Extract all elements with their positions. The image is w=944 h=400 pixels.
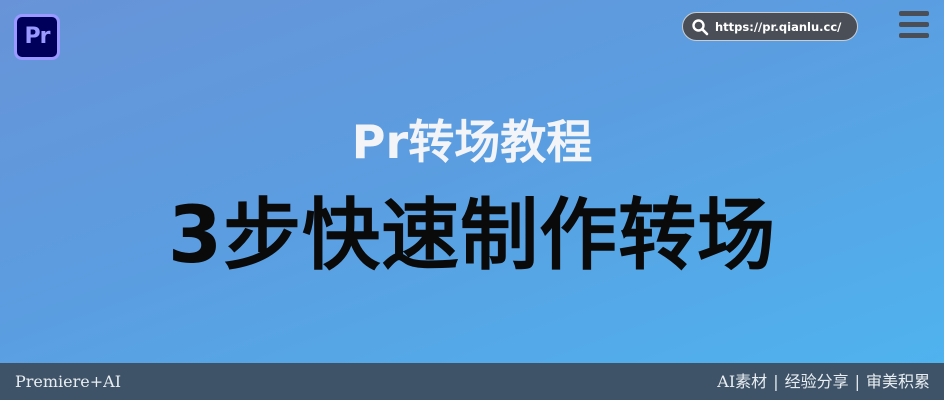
hamburger-menu-icon[interactable] bbox=[899, 11, 929, 39]
url-text: https://pr.qianlu.cc/ bbox=[715, 19, 842, 34]
footer-brand: Premiere+AI bbox=[15, 372, 122, 391]
footer-separator: | bbox=[773, 372, 779, 391]
footer-tag[interactable]: AI素材 bbox=[717, 372, 767, 391]
search-icon bbox=[692, 18, 709, 35]
menu-bar bbox=[899, 33, 929, 38]
premiere-pro-logo[interactable]: Pr bbox=[14, 14, 60, 60]
footer-tag[interactable]: 经验分享 bbox=[785, 372, 849, 391]
footer-tag[interactable]: 审美积累 bbox=[866, 372, 930, 391]
footer-bar: Premiere+AI AI素材 | 经验分享 | 审美积累 bbox=[0, 363, 944, 400]
footer-separator: | bbox=[854, 372, 860, 391]
url-search-bar[interactable]: https://pr.qianlu.cc/ bbox=[682, 12, 858, 41]
menu-bar bbox=[899, 22, 929, 27]
menu-bar bbox=[899, 11, 929, 16]
hero-title: 3步快速制作转场 bbox=[167, 191, 777, 281]
banner: Pr https://pr.qianlu.cc/ Pr转场教程 3步快速制作转场 bbox=[0, 0, 944, 363]
hero-subtitle: Pr转场教程 bbox=[351, 115, 593, 169]
footer-tags: AI素材 | 经验分享 | 审美积累 bbox=[717, 363, 930, 400]
